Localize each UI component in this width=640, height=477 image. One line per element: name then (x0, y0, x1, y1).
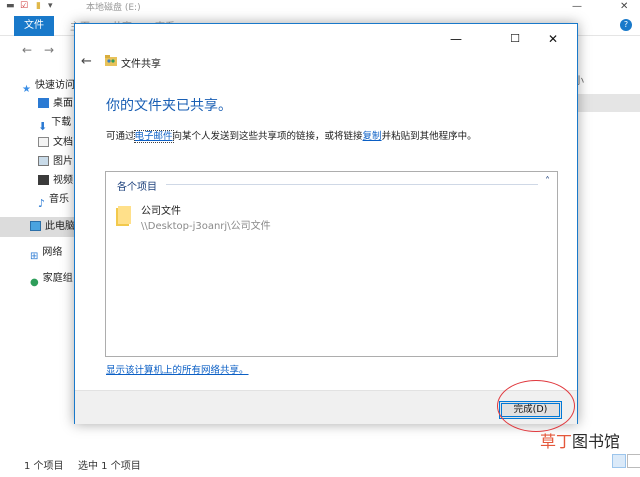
list-item-path: \\Desktop-j3oanrj\公司文件 (141, 221, 271, 232)
folder-icon (116, 206, 131, 226)
nav-forward-icon[interactable]: → (44, 43, 54, 57)
star-icon: ★ (22, 84, 31, 95)
explorer-window-title: 本地磁盘 (E:) (86, 3, 141, 13)
group-divider (166, 184, 538, 185)
close-icon[interactable]: ✕ (536, 28, 570, 50)
watermark: 草丁图书馆 (540, 432, 621, 451)
copy-link[interactable]: 复制 (363, 131, 382, 142)
file-sharing-dialog: — ☐ ✕ ← 文件共享 你的文件夹已共享。 可通过电子邮件向某个人发送到这些共… (74, 23, 578, 424)
quick-access-toolbar-icon[interactable]: ▬ (6, 1, 15, 11)
nav-back-icon[interactable]: ← (22, 43, 32, 57)
video-icon (38, 175, 49, 185)
shared-items-list: 各个项目 ˄ 公司文件 \\Desktop-j3oanrj\公司文件 (105, 171, 558, 357)
music-icon: ♪ (38, 197, 46, 210)
sidebar-item-music[interactable]: ♪ 音乐 (0, 190, 76, 210)
minimize-icon[interactable]: — (439, 28, 473, 50)
document-icon (38, 137, 49, 147)
navigation-pane: ★ 快速访问 桌面 ⬇ 下载 文档 图片 视频 ♪ 音乐 此电脑 ⊞ 网络 ● 家庭组 (0, 70, 76, 450)
status-bar: 1 个项目 选中 1 个项目 (0, 452, 640, 477)
details-view-icon[interactable] (612, 454, 626, 468)
sidebar-item-network[interactable]: ⊞ 网络 (0, 243, 76, 263)
computer-icon (30, 221, 41, 231)
download-icon: ⬇ (38, 120, 48, 133)
sidebar-item-pictures[interactable]: 图片 (0, 152, 76, 172)
picture-icon (38, 156, 49, 166)
selected-file-row[interactable] (574, 94, 640, 112)
sidebar-item-videos[interactable]: 视频 (0, 171, 76, 191)
sidebar-item-quick-access[interactable]: ★ 快速访问 (0, 76, 76, 96)
share-description: 可通过电子邮件向某个人发送到这些共享项的链接，或将链接复制并粘贴到其他程序中。 (106, 130, 477, 143)
sidebar-item-documents[interactable]: 文档 (0, 133, 76, 153)
explorer-titlebar: ▬ ☑ ▮ ▾ 本地磁盘 (E:) — ✕ (0, 0, 640, 14)
list-item-name[interactable]: 公司文件 (141, 202, 181, 217)
item-count: 1 个项目 (24, 461, 64, 472)
properties-icon[interactable]: ☑ (20, 1, 28, 11)
dialog-title: 文件共享 (121, 59, 161, 70)
shared-folder-icon (105, 55, 117, 66)
sidebar-item-desktop[interactable]: 桌面 (0, 94, 76, 114)
close-icon[interactable]: ✕ (620, 1, 628, 12)
large-icons-view-icon[interactable] (627, 454, 640, 468)
chevron-up-icon[interactable]: ˄ (545, 176, 550, 187)
desktop-icon (38, 98, 49, 108)
new-folder-icon[interactable]: ▮ (36, 1, 41, 11)
back-arrow-icon[interactable]: ← (81, 54, 92, 69)
sidebar-item-this-pc[interactable]: 此电脑 (0, 217, 76, 237)
tab-file[interactable]: 文件 (14, 16, 54, 36)
network-icon: ⊞ (30, 251, 39, 262)
sidebar-item-downloads[interactable]: ⬇ 下载 (0, 113, 76, 133)
email-link[interactable]: 电子邮件 (133, 130, 174, 143)
highlight-circle-annotation (497, 380, 575, 432)
group-header: 各个项目 (117, 182, 157, 193)
show-network-shares-link[interactable]: 显示该计算机上的所有网络共享。 (106, 362, 249, 376)
customize-toolbar-icon[interactable]: ▾ (48, 1, 53, 11)
page-title: 你的文件夹已共享。 (106, 98, 232, 114)
maximize-icon[interactable]: ☐ (498, 28, 532, 50)
selected-count: 选中 1 个项目 (78, 461, 141, 472)
sidebar-item-homegroup[interactable]: ● 家庭组 (0, 269, 76, 289)
homegroup-icon: ● (30, 277, 39, 288)
minimize-icon[interactable]: — (572, 1, 582, 12)
help-icon[interactable]: ? (620, 19, 632, 31)
